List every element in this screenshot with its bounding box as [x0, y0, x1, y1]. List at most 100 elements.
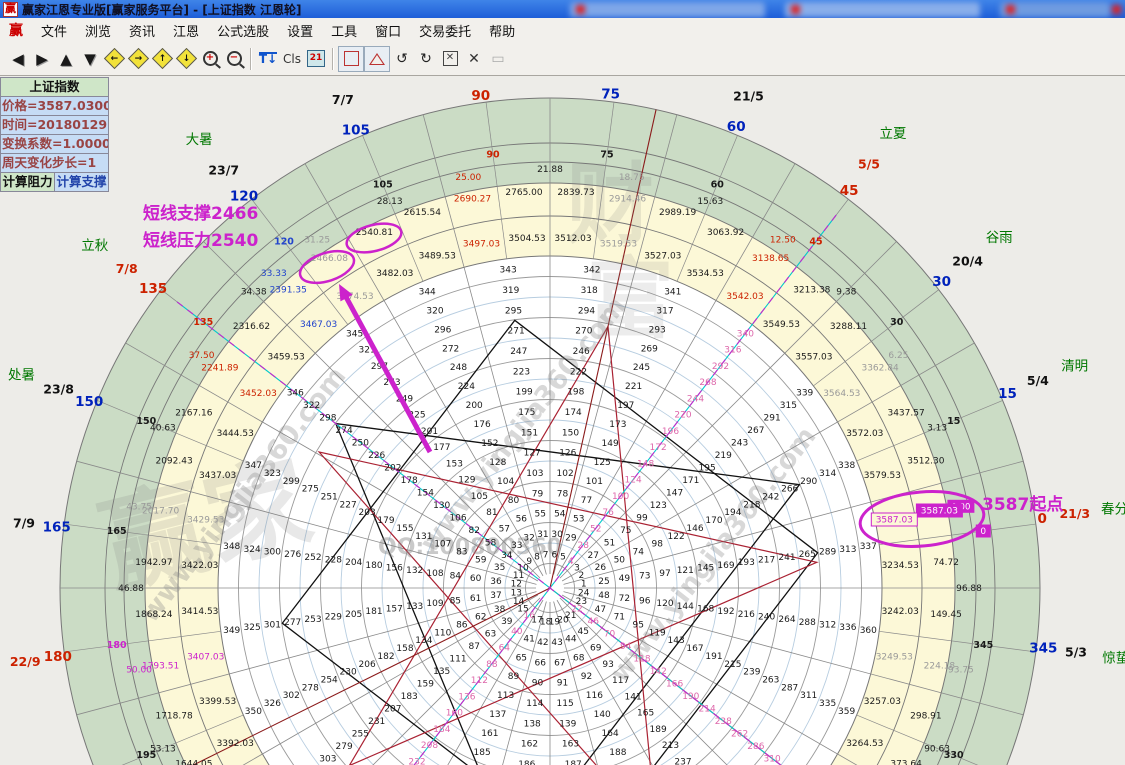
diamond-left-icon[interactable]: ← [102, 47, 126, 71]
svg-text:183: 183 [401, 692, 418, 702]
menu-item-8[interactable]: 窗口 [366, 21, 410, 40]
svg-text:春分: 春分 [1101, 502, 1125, 518]
svg-text:5/3: 5/3 [1065, 645, 1087, 660]
svg-text:21.88: 21.88 [537, 165, 563, 175]
svg-text:129: 129 [458, 476, 475, 486]
svg-text:7/8: 7/8 [116, 261, 138, 276]
menu-item-5[interactable]: 公式选股 [208, 21, 278, 40]
svg-text:46: 46 [587, 617, 599, 627]
svg-text:36: 36 [490, 577, 502, 587]
menu-item-2[interactable]: 浏览 [76, 21, 120, 40]
svg-text:299: 299 [283, 477, 300, 487]
svg-text:219: 219 [715, 451, 732, 461]
down-arrow-icon[interactable]: ▼ [78, 47, 102, 71]
menu-item-1[interactable]: 文件 [32, 21, 76, 40]
svg-text:28: 28 [577, 541, 589, 551]
menu-item-6[interactable]: 设置 [278, 21, 322, 40]
svg-text:315: 315 [780, 401, 797, 411]
svg-text:150: 150 [136, 416, 156, 427]
svg-text:330: 330 [944, 750, 964, 761]
svg-text:337: 337 [860, 542, 877, 552]
diamond-up-icon[interactable]: ↑ [150, 47, 174, 71]
square-tool-icon[interactable] [338, 46, 364, 72]
svg-text:276: 276 [284, 550, 301, 560]
svg-text:180: 180 [107, 640, 127, 651]
box-x-icon[interactable]: ✕ [438, 47, 462, 71]
svg-text:105: 105 [373, 179, 393, 190]
svg-text:156: 156 [386, 564, 403, 574]
svg-text:244: 244 [687, 394, 704, 404]
zoom-in-icon[interactable]: + [198, 47, 222, 71]
svg-text:111: 111 [449, 655, 466, 665]
svg-text:350: 350 [245, 707, 262, 717]
step-field[interactable]: 周天变化步长=1 [0, 154, 109, 173]
svg-text:180: 180 [365, 561, 382, 571]
svg-text:7/7: 7/7 [332, 92, 354, 107]
zoom-out-icon[interactable]: − [222, 47, 246, 71]
svg-text:37: 37 [490, 591, 501, 601]
menu-item-7[interactable]: 工具 [322, 21, 366, 40]
svg-text:196: 196 [662, 427, 679, 437]
svg-text:57: 57 [499, 525, 510, 535]
svg-text:92: 92 [581, 672, 592, 682]
svg-text:272: 272 [442, 344, 459, 354]
svg-text:23: 23 [576, 597, 587, 607]
svg-text:169: 169 [717, 561, 734, 571]
snapshot-tool-icon[interactable]: ▭ [486, 47, 510, 71]
menu-item-10[interactable]: 帮助 [480, 21, 524, 40]
svg-text:3399.53: 3399.53 [199, 697, 236, 707]
calc-resistance-button[interactable]: 计算阻力 [0, 173, 54, 192]
svg-text:108: 108 [426, 569, 443, 579]
svg-text:128: 128 [489, 458, 506, 468]
svg-text:168: 168 [697, 605, 714, 615]
svg-text:141: 141 [625, 692, 642, 702]
calc-support-button[interactable]: 计算支撑 [54, 173, 109, 192]
svg-text:135: 135 [139, 281, 167, 297]
svg-text:338: 338 [838, 461, 855, 471]
svg-text:199: 199 [516, 388, 533, 398]
menu-item-9[interactable]: 交易委托 [410, 21, 480, 40]
menu-item-4[interactable]: 江恩 [164, 21, 208, 40]
svg-text:3257.03: 3257.03 [864, 697, 901, 707]
diamond-down-icon[interactable]: ↓ [174, 47, 198, 71]
svg-text:3467.03: 3467.03 [300, 320, 337, 330]
svg-text:120: 120 [656, 599, 673, 609]
svg-text:63: 63 [485, 630, 496, 640]
svg-text:251: 251 [321, 493, 338, 503]
svg-text:240: 240 [758, 613, 775, 623]
svg-text:105: 105 [471, 492, 488, 502]
svg-text:68: 68 [573, 653, 585, 663]
svg-text:54: 54 [554, 510, 566, 520]
t-down-icon[interactable]: T↓ [256, 47, 280, 71]
svg-text:193: 193 [738, 558, 755, 568]
svg-text:303: 303 [319, 755, 336, 765]
svg-text:3288.11: 3288.11 [830, 322, 867, 332]
next-arrow-icon[interactable]: ▶ [30, 47, 54, 71]
conversion-factor-field[interactable]: 变换系数=1.00000 [0, 135, 109, 154]
scale-tool-icon[interactable]: ✕ [462, 47, 486, 71]
svg-text:157: 157 [386, 605, 403, 615]
svg-text:97: 97 [659, 569, 670, 579]
svg-text:6: 6 [552, 550, 558, 560]
svg-text:3564.53: 3564.53 [823, 389, 860, 399]
up-arrow-icon[interactable]: ▲ [54, 47, 78, 71]
rotate-cw-icon[interactable]: ↻ [414, 47, 438, 71]
menu-item-3[interactable]: 资讯 [120, 21, 164, 40]
prev-arrow-icon[interactable]: ◀ [6, 47, 30, 71]
menu-item-0[interactable]: 赢 [0, 20, 32, 40]
price-field[interactable]: 价格=3587.0300 [0, 97, 109, 116]
rotate-ccw-icon[interactable]: ↺ [390, 47, 414, 71]
svg-text:195: 195 [136, 750, 156, 761]
time-field[interactable]: 时间=20180129 [0, 116, 109, 135]
diamond-right-icon[interactable]: → [126, 47, 150, 71]
svg-text:8: 8 [534, 553, 540, 563]
gann-wheel-canvas[interactable]: www.yingjia360.comwww.yingjia360.comwww.… [0, 0, 1125, 765]
cls-button[interactable]: Cls [280, 47, 304, 71]
triangle-tool-icon[interactable] [364, 46, 390, 72]
svg-text:205: 205 [345, 610, 362, 620]
svg-text:44: 44 [565, 634, 577, 644]
svg-text:93.75: 93.75 [948, 666, 974, 676]
calendar-icon[interactable]: 21 [304, 47, 328, 71]
svg-text:230: 230 [340, 668, 357, 678]
svg-text:345: 345 [346, 329, 363, 339]
